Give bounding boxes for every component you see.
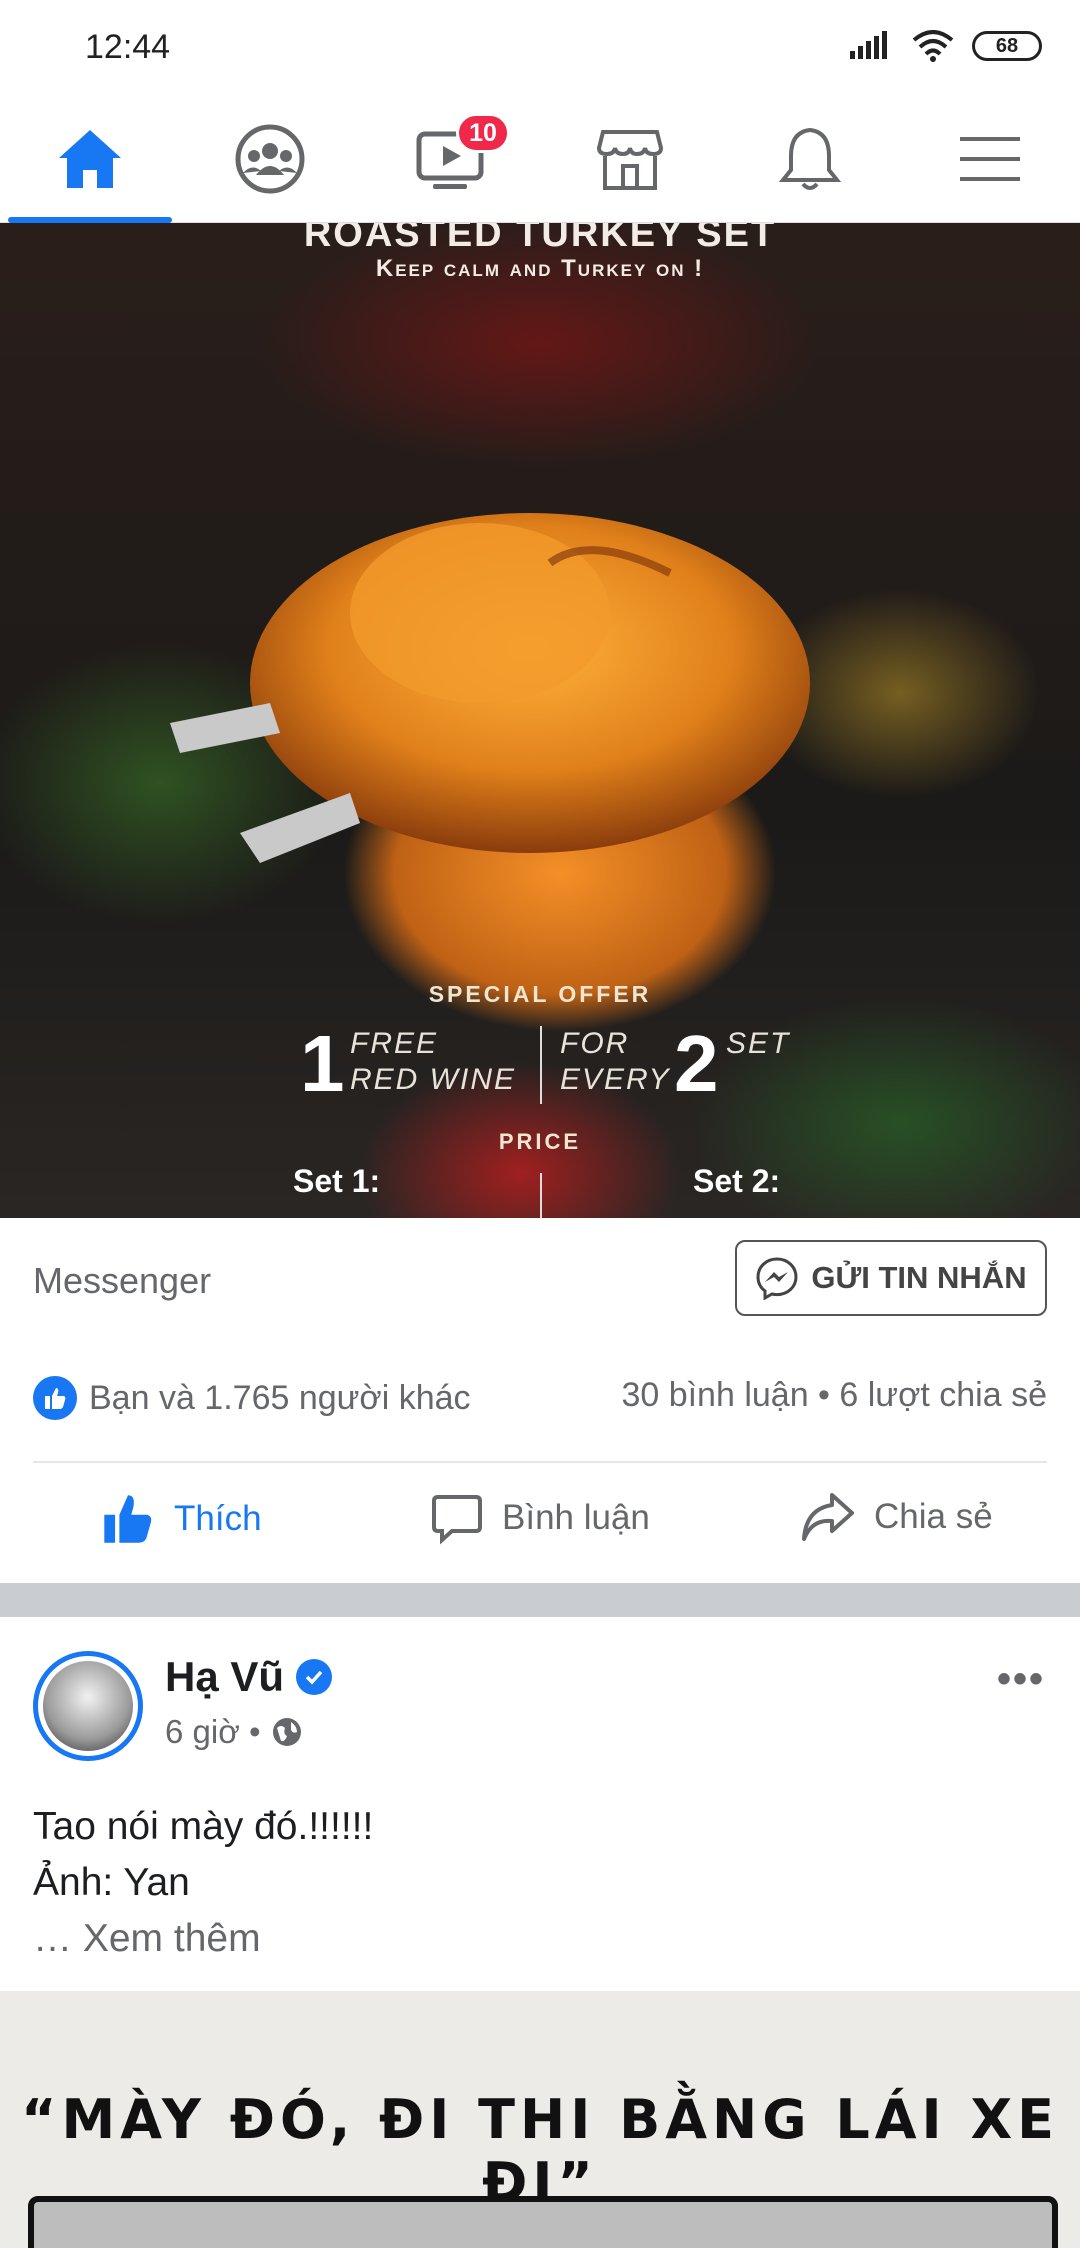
ad-image[interactable]: ROASTED TURKEY SET Keep calm and Turkey …: [0, 223, 1080, 1218]
send-message-label: GỬI TIN NHẮN: [811, 1260, 1027, 1295]
tab-notifications[interactable]: [720, 95, 900, 223]
comments-shares-count[interactable]: 30 bình luận • 6 lượt chia sẻ: [621, 1376, 1047, 1415]
set-1-label: Set 1:: [293, 1163, 381, 1199]
send-message-button[interactable]: GỬI TIN NHẮN: [735, 1240, 1047, 1316]
ad-title: ROASTED TURKEY SET: [303, 223, 777, 255]
post-author[interactable]: Hạ Vũ: [165, 1653, 333, 1701]
like-button[interactable]: Thích: [100, 1491, 262, 1547]
set-2-label: Set 2:: [693, 1163, 781, 1199]
top-nav: 10: [0, 95, 1080, 223]
share-label: Chia sẻ: [874, 1497, 993, 1536]
likes-count-text: Bạn và 1.765 người khác: [89, 1378, 471, 1417]
share-button[interactable]: Chia sẻ: [800, 1491, 993, 1543]
roasted-turkey-illustration: [170, 513, 810, 863]
bell-icon: [778, 127, 842, 190]
wifi-icon: [912, 30, 954, 62]
offer-number-2: 2: [674, 1019, 719, 1108]
reactions-summary: Bạn và 1.765 người khác 30 bình luận • 6…: [0, 1348, 1080, 1462]
see-more-link[interactable]: … Xem thêm: [33, 1911, 373, 1967]
tab-menu[interactable]: [900, 95, 1080, 223]
feed-divider: [0, 1583, 1080, 1617]
home-icon: [59, 130, 121, 188]
post-text: Tao nói mày đó.!!!!!! Ảnh: Yan … Xem thê…: [33, 1799, 373, 1967]
status-time: 12:44: [85, 28, 171, 66]
offer-divider: [540, 1026, 542, 1104]
avatar[interactable]: [33, 1651, 143, 1761]
offer-set: SET: [726, 1027, 791, 1060]
verified-badge-icon: [296, 1659, 333, 1695]
offer-every: EVERY: [560, 1063, 671, 1096]
post-time: 6 giờ •: [165, 1713, 261, 1750]
offer-number-1: 1: [300, 1019, 345, 1108]
avatar-image: [43, 1661, 133, 1751]
comment-icon: [432, 1495, 482, 1545]
ad-cta-row: Messenger GỬI TIN NHẮN: [0, 1218, 1080, 1348]
comment-label: Bình luận: [502, 1498, 650, 1537]
like-reaction-icon: [33, 1376, 77, 1420]
watch-notification-badge: 10: [456, 113, 510, 153]
thumbs-up-icon: [104, 1495, 152, 1543]
status-icons: 68: [850, 30, 1042, 62]
offer-for: FOR: [560, 1027, 630, 1060]
feed-post: Hạ Vũ 6 giờ • ••• Tao nói mày đó.!!!!!! …: [0, 1617, 1080, 1991]
offer-red-wine: RED WINE: [350, 1063, 516, 1096]
signal-icon: [850, 31, 887, 59]
offer-row: 1 FREE RED WINE FOR EVERY 2 SET: [0, 1018, 1080, 1108]
tab-groups[interactable]: [180, 95, 360, 223]
post-options-button[interactable]: •••: [997, 1657, 1045, 1702]
tab-marketplace[interactable]: [540, 95, 720, 223]
ad-subtitle: Keep calm and Turkey on !: [375, 255, 705, 282]
battery-level: 68: [995, 34, 1019, 57]
post-image[interactable]: “MÀY ĐÓ, ĐI THI BẰNG LÁI XE ĐI”: [0, 1991, 1080, 2248]
post-author-name: Hạ Vũ: [165, 1653, 285, 1700]
marketplace-icon: [596, 130, 664, 190]
tab-watch[interactable]: 10: [360, 95, 540, 223]
messenger-icon: [756, 1257, 798, 1300]
offer-free: FREE: [350, 1027, 439, 1060]
price-divider: [540, 1173, 542, 1218]
battery-icon: 68: [972, 31, 1042, 61]
likes-summary[interactable]: Bạn và 1.765 người khác: [33, 1376, 471, 1420]
groups-icon: [235, 124, 305, 194]
post-text-line-1: Tao nói mày đó.!!!!!!: [33, 1805, 374, 1848]
share-icon: [802, 1493, 854, 1541]
globe-icon: [272, 1718, 301, 1746]
hamburger-menu-icon: [960, 137, 1020, 181]
tab-home[interactable]: [0, 95, 180, 223]
like-label: Thích: [174, 1499, 262, 1538]
cta-source-label: Messenger: [33, 1260, 212, 1301]
comment-button[interactable]: Bình luận: [430, 1491, 650, 1545]
post-action-bar: Thích Bình luận Chia sẻ: [0, 1463, 1080, 1583]
post-meta[interactable]: 6 giờ •: [165, 1713, 303, 1751]
price-label: PRICE: [498, 1129, 582, 1154]
status-bar: 12:44 68: [0, 0, 1080, 95]
special-offer-label: SPECIAL OFFER: [428, 981, 652, 1007]
post-text-line-2: Ảnh: Yan: [33, 1861, 190, 1904]
meme-comic-frame: [28, 2196, 1058, 2248]
